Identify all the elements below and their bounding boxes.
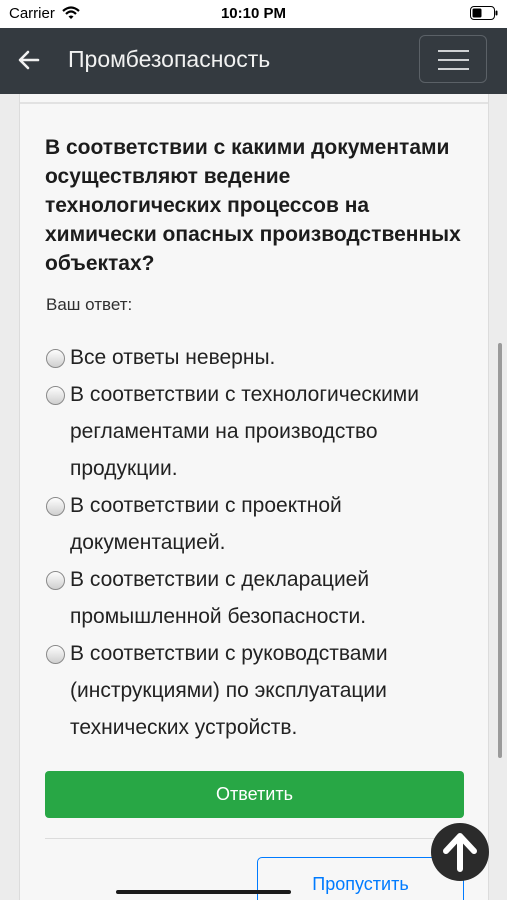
back-arrow-icon[interactable] [18, 49, 40, 76]
option-label: В соответствии с проектной документацией… [70, 494, 342, 554]
question-card: В соответствии с какими документами осущ… [19, 94, 489, 900]
answer-option[interactable]: Все ответы неверны. [45, 339, 465, 376]
scrollbar[interactable] [498, 343, 502, 758]
answer-option[interactable]: В соответствии с декларацией промышленно… [45, 561, 465, 635]
menu-icon-line [438, 59, 469, 61]
menu-icon [438, 50, 469, 52]
radio-button[interactable] [46, 386, 65, 405]
arrow-up-icon [443, 833, 477, 872]
answer-option[interactable]: В соответствии с руководствами (инструкц… [45, 635, 465, 746]
divider [45, 838, 464, 839]
option-label: В соответствии с технологическими реглам… [70, 383, 419, 480]
menu-icon-line [438, 68, 469, 70]
card-divider [20, 102, 488, 104]
answer-options: Все ответы неверны. В соответствии с тех… [45, 339, 465, 746]
menu-button[interactable] [419, 35, 487, 83]
option-label: Все ответы неверны. [70, 346, 276, 369]
radio-button[interactable] [46, 349, 65, 368]
answer-option[interactable]: В соответствии с проектной документацией… [45, 487, 465, 561]
option-label: В соответствии с декларацией промышленно… [70, 568, 370, 628]
question-text: В соответствии с какими документами осущ… [45, 136, 461, 275]
home-indicator [116, 890, 291, 894]
option-label: В соответствии с руководствами (инструкц… [70, 642, 388, 739]
battery-icon [470, 6, 498, 25]
radio-button[interactable] [46, 571, 65, 590]
radio-button[interactable] [46, 645, 65, 664]
status-bar: Carrier 10:10 PM [0, 0, 507, 28]
navbar: Промбезопасность [0, 28, 507, 94]
answer-option[interactable]: В соответствии с технологическими реглам… [45, 376, 465, 487]
submit-button[interactable]: Ответить [45, 771, 464, 818]
scroll-to-top-button[interactable] [431, 823, 489, 881]
page-title: Промбезопасность [68, 46, 271, 72]
answer-label: Ваш ответ: [46, 295, 133, 314]
clock-label: 10:10 PM [220, 5, 287, 22]
radio-button[interactable] [46, 497, 65, 516]
